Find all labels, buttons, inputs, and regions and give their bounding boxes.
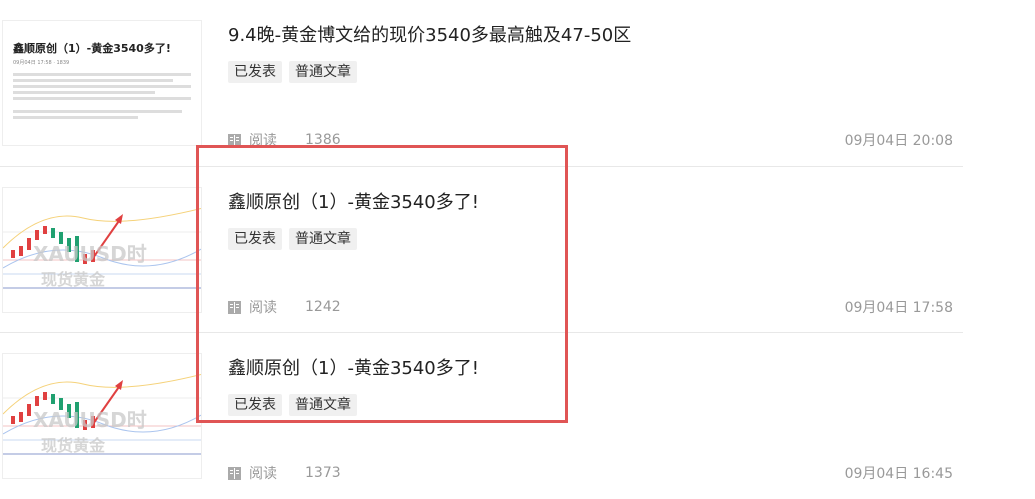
watermark-symbol: XAUUSD时	[33, 242, 147, 266]
publish-date: 09月04日 20:08	[844, 133, 953, 149]
watermark-symbol: XAUUSD时	[33, 408, 147, 432]
watermark-name: 现货黄金	[41, 270, 106, 289]
read-label: 阅读	[249, 466, 277, 482]
preview-meta: 09月04日 17:58 · 1839	[13, 60, 70, 66]
article-thumbnail[interactable]: XAUUSD时 现货黄金	[2, 187, 202, 313]
document-preview: 鑫顺原创（1）-黄金3540多了! 09月04日 17:58 · 1839	[3, 21, 201, 119]
preview-heading: 鑫顺原创（1）-黄金3540多了!	[13, 42, 171, 55]
highlight-box	[196, 145, 568, 423]
publish-date: 09月04日 16:45	[844, 466, 953, 482]
article-row[interactable]: 鑫顺原创（1）-黄金3540多了! 09月04日 17:58 · 1839 9.…	[0, 0, 963, 166]
status-tag: 已发表	[228, 61, 282, 83]
read-count: 1373	[305, 465, 341, 481]
article-thumbnail[interactable]: XAUUSD时 现货黄金	[2, 353, 202, 479]
publish-date: 09月04日 17:58	[844, 300, 953, 316]
book-icon	[228, 466, 241, 480]
article-thumbnail[interactable]: 鑫顺原创（1）-黄金3540多了! 09月04日 17:58 · 1839	[2, 20, 202, 146]
watermark-name: 现货黄金	[41, 436, 106, 455]
type-tag: 普通文章	[289, 61, 357, 83]
article-title[interactable]: 9.4晚-黄金博文给的现价3540多最高触及47-50区	[228, 21, 631, 47]
read-stats: 阅读 1373	[228, 463, 341, 483]
